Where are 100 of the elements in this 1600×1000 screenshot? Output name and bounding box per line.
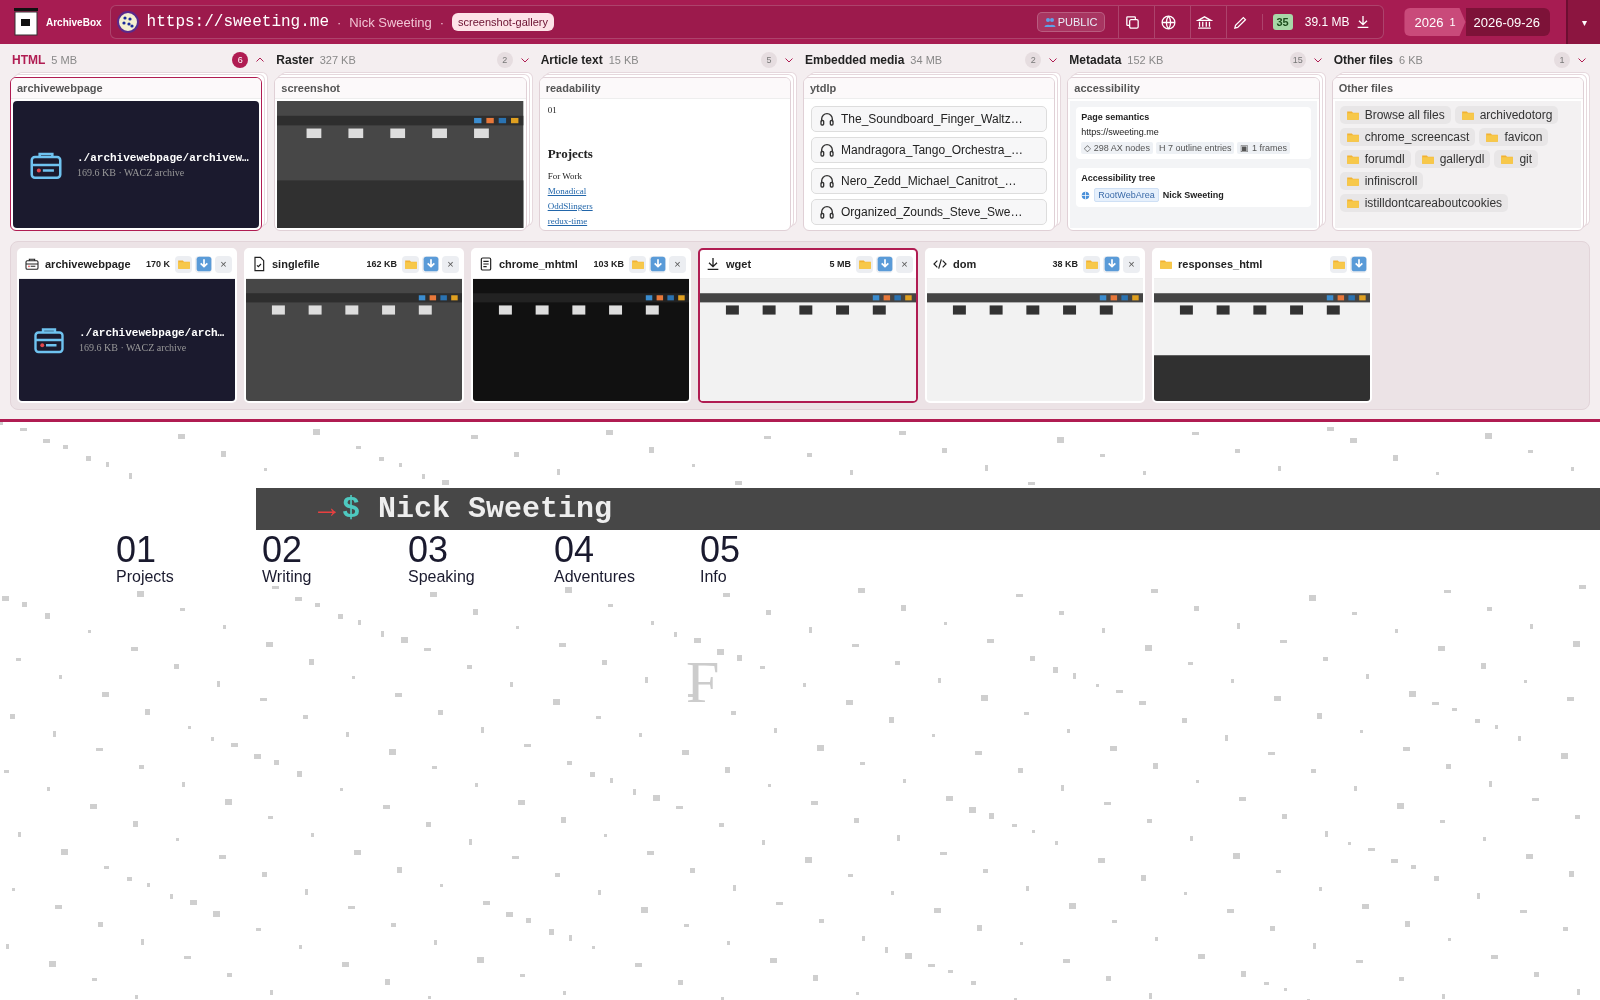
output-size: 103 KB — [593, 259, 624, 269]
folder-chip[interactable]: git — [1494, 150, 1539, 168]
section-title[interactable]: Article text — [540, 53, 603, 67]
card-title: Other files — [1332, 78, 1583, 99]
menu-toggle[interactable]: ▾ — [1566, 0, 1600, 44]
stat-chip: ◇ 298 AX nodes — [1081, 142, 1153, 154]
nav-label: Projects — [116, 568, 175, 586]
stat-chip: ▣ 1 frames — [1237, 142, 1290, 154]
section-title[interactable]: Embedded media — [805, 53, 905, 67]
nav-number: 04 — [554, 532, 596, 568]
card-title: ytdlp — [804, 78, 1055, 99]
close-button[interactable]: × — [215, 255, 232, 273]
folder-chip[interactable]: Browse all files — [1339, 106, 1451, 124]
folder-chip[interactable]: chrome_screencast — [1339, 128, 1476, 146]
output-card[interactable]: wget 5 MB × — [698, 248, 918, 403]
headphones-icon — [819, 111, 835, 127]
nav-label: Info — [700, 568, 728, 586]
visibility-button[interactable]: PUBLIC — [1036, 12, 1105, 32]
headphones-icon — [819, 142, 835, 158]
output-size: 162 KB — [366, 259, 397, 269]
section-size: 6 KB — [1399, 54, 1423, 66]
nav-link[interactable]: 01 Projects — [116, 532, 262, 586]
stat-chip: H 7 outline entries — [1155, 142, 1235, 154]
output-size: 5 MB — [829, 259, 851, 269]
folder-chip[interactable]: infiniscroll — [1339, 172, 1424, 190]
media-item[interactable]: Mandragora_Tango_Orchestra_… — [811, 137, 1048, 163]
download-button[interactable] — [649, 255, 666, 273]
download-button[interactable] — [1103, 255, 1120, 273]
file-path: ./archivewebpage/archivew… — [77, 151, 249, 164]
file-meta: 169.6 KB · WACZ archive — [77, 166, 186, 178]
card-title: readability — [539, 78, 790, 99]
section-size: 152 KB — [1127, 54, 1164, 66]
media-item[interactable]: The_Soundboard_Finger_Waltz… — [811, 106, 1048, 132]
media-item[interactable]: Nero_Zedd_Michael_Canitrot_… — [811, 168, 1048, 194]
article-link[interactable]: Monadical — [547, 186, 587, 196]
output-card[interactable]: responses_html — [1152, 248, 1372, 403]
panel-heading: Accessibility tree — [1081, 173, 1157, 183]
folder-chip[interactable]: gallerydl — [1414, 150, 1491, 168]
address-bar[interactable]: https://sweeting.me · Nick Sweeting · screenshot-gallery PUBLIC 35 39.1 MB — [109, 5, 1385, 39]
headphones-icon — [819, 204, 835, 220]
folder-chip[interactable]: archivedotorg — [1454, 106, 1559, 124]
nav-link[interactable]: 05 Info — [700, 532, 846, 586]
media-item[interactable]: Organized_Zounds_Steve_Swe… — [811, 199, 1048, 225]
output-card[interactable]: archivewebpage 170 K × ./archivewebpage/arch… 169.6 KB · WACZ archive — [17, 248, 237, 403]
count-badge: 2 — [496, 52, 513, 68]
folder-chip[interactable]: istilldontcareaboutcookies — [1339, 194, 1509, 212]
output-card[interactable]: dom 38 KB × — [925, 248, 1145, 403]
nav-link[interactable]: 03 Speaking — [408, 532, 554, 586]
snapshot-year-crumb[interactable]: 2026 1 — [1404, 8, 1466, 36]
article-link[interactable]: OddSlingers — [547, 201, 593, 211]
app-name[interactable]: ArchiveBox — [46, 16, 102, 28]
article-link[interactable]: redux-time — [547, 216, 588, 226]
section-size: 5 MB — [51, 54, 77, 66]
file-meta: 169.6 KB · WACZ archive — [79, 342, 188, 353]
close-button[interactable]: × — [896, 255, 913, 273]
section-size: 327 KB — [319, 54, 356, 66]
arrow-glyph: → — [318, 492, 336, 526]
role-chip: RootWebArea — [1094, 188, 1159, 202]
close-button[interactable]: × — [1123, 255, 1140, 273]
output-name: singlefile — [272, 258, 320, 270]
download-button[interactable] — [195, 255, 212, 273]
section-title[interactable]: HTML — [12, 53, 46, 67]
nav-number: 03 — [408, 532, 450, 568]
output-size: 38 KB — [1052, 259, 1078, 269]
nav-link[interactable]: 02 Writing — [262, 532, 408, 586]
output-card[interactable]: singlefile 162 KB × — [244, 248, 464, 403]
article-heading: Projects — [547, 146, 593, 162]
download-icon — [1350, 256, 1367, 272]
archive-size: 39.1 MB — [1304, 15, 1350, 29]
download-button[interactable] — [1350, 255, 1367, 273]
tag-chip[interactable]: screenshot-gallery — [452, 13, 554, 31]
folder-chip[interactable]: favicon — [1479, 128, 1549, 146]
section-title[interactable]: Raster — [276, 53, 314, 67]
close-button[interactable]: × — [442, 255, 459, 273]
file-count-badge: 35 — [1272, 14, 1293, 30]
nav-link[interactable]: 04 Adventures — [554, 532, 700, 586]
bank-icon[interactable] — [1195, 13, 1213, 31]
nav-label: Adventures — [554, 568, 636, 586]
output-name: wget — [726, 258, 752, 270]
document-check-icon — [251, 256, 267, 272]
output-card[interactable]: chrome_mhtml 103 KB × — [471, 248, 691, 403]
download-button[interactable] — [422, 255, 439, 273]
section-title[interactable]: Metadata — [1069, 53, 1122, 67]
year-text: 2026 — [1414, 14, 1444, 30]
copy-icon[interactable] — [1123, 13, 1141, 31]
document-icon — [478, 256, 494, 272]
code-icon — [932, 256, 948, 272]
logo-icon[interactable] — [12, 8, 40, 36]
count-badge: 6 — [232, 52, 249, 68]
output-name: dom — [953, 258, 977, 270]
folder-chip[interactable]: forumdl — [1339, 150, 1411, 168]
globe-icon[interactable] — [1159, 13, 1177, 31]
date-crumb[interactable]: 2026-09-26 — [1465, 8, 1550, 36]
section-title[interactable]: Other files — [1333, 53, 1393, 67]
close-button[interactable]: × — [669, 255, 686, 273]
download-button[interactable] — [876, 255, 893, 273]
media-name: Mandragora_Tango_Orchestra_… — [841, 143, 1024, 157]
site-name: Nick Sweeting — [378, 492, 613, 526]
nav-number: 02 — [262, 532, 304, 568]
download-icon — [649, 256, 666, 272]
